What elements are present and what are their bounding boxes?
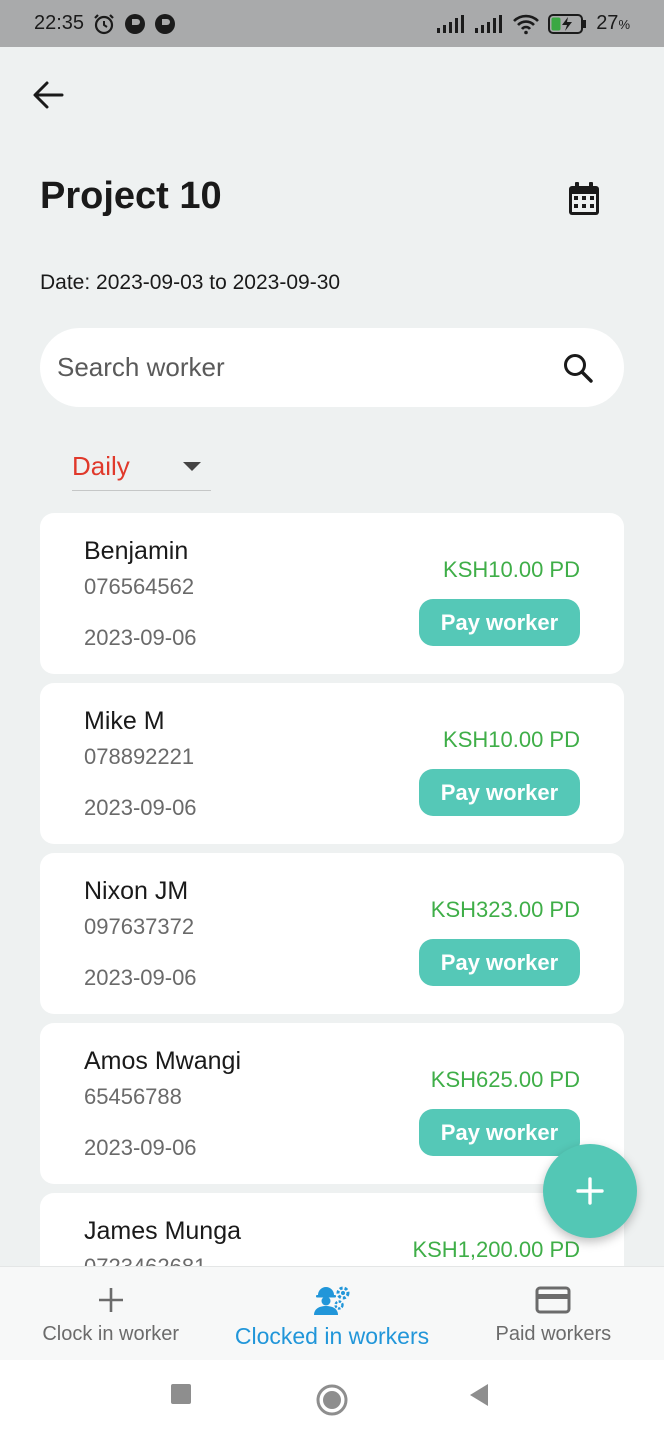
worker-rate: KSH10.00 PD: [443, 727, 580, 752]
bottom-navigation: Clock in worker Clocked in workers Paid …: [0, 1266, 664, 1360]
battery-percent: 27%: [596, 12, 630, 34]
period-filter-value: Daily: [72, 450, 130, 481]
worker-phone: 097637372: [84, 914, 195, 939]
nav-label: Clock in worker: [42, 1323, 180, 1345]
add-worker-fab[interactable]: [543, 1144, 637, 1238]
pay-worker-button[interactable]: Pay worker: [419, 599, 580, 646]
worker-date: 2023-09-06: [84, 795, 197, 820]
page-title: Project 10: [40, 175, 222, 217]
calendar-icon: [569, 182, 599, 215]
recents-button[interactable]: [170, 1383, 192, 1405]
status-right: 27%: [436, 12, 630, 35]
worker-rate: KSH323.00 PD: [430, 897, 580, 922]
worker-rate: KSH10.00 PD: [443, 557, 580, 582]
status-left: 22:35: [34, 12, 176, 36]
circle-icon: [316, 1384, 348, 1416]
calendar-button[interactable]: [560, 177, 608, 221]
nav-clock-in-worker[interactable]: Clock in worker: [0, 1267, 221, 1360]
back-nav-button[interactable]: [468, 1383, 490, 1407]
worker-name: James Munga: [84, 1217, 242, 1245]
search-bar: [40, 328, 624, 407]
nav-paid-workers[interactable]: Paid workers: [443, 1267, 664, 1360]
caret-down-icon: [183, 461, 201, 471]
period-filter-dropdown[interactable]: Daily: [72, 442, 211, 491]
search-input[interactable]: [57, 352, 562, 383]
search-icon[interactable]: [562, 352, 594, 384]
square-icon: [171, 1384, 191, 1404]
worker-date: 2023-09-06: [84, 625, 197, 650]
app-notification-icon: [124, 13, 146, 35]
cell-signal-icon: [474, 14, 504, 34]
worker-rate: KSH625.00 PD: [430, 1067, 580, 1092]
worker-phone: 078892221: [84, 744, 195, 769]
wifi-icon: [512, 13, 540, 35]
alarm-icon: [92, 12, 116, 36]
battery-charging-icon: [548, 13, 588, 35]
arrow-left-icon: [33, 81, 64, 109]
worker-card[interactable]: Nixon JM 097637372 2023-09-06 KSH323.00 …: [40, 853, 624, 1014]
worker-date: 2023-09-06: [84, 965, 197, 990]
worker-phone: 65456788: [84, 1084, 182, 1109]
status-time: 22:35: [34, 12, 85, 34]
pay-worker-button[interactable]: Pay worker: [419, 1109, 580, 1156]
worker-phone: 076564562: [84, 574, 195, 599]
credit-card-icon: [535, 1283, 571, 1317]
system-navigation-bar: [0, 1360, 664, 1440]
pay-worker-button[interactable]: Pay worker: [419, 939, 580, 986]
worker-name: Mike M: [84, 707, 165, 735]
worker-rate: KSH1,200.00 PD: [412, 1237, 580, 1262]
worker-name: Amos Mwangi: [84, 1047, 241, 1075]
nav-clocked-in-workers[interactable]: Clocked in workers: [221, 1267, 442, 1360]
worker-card[interactable]: Benjamin 076564562 2023-09-06 KSH10.00 P…: [40, 513, 624, 674]
home-button[interactable]: [316, 1384, 348, 1416]
cell-signal-icon: [436, 14, 466, 34]
worker-list: Benjamin 076564562 2023-09-06 KSH10.00 P…: [40, 513, 624, 1360]
back-button[interactable]: [24, 75, 72, 115]
worker-card[interactable]: Mike M 078892221 2023-09-06 KSH10.00 PD …: [40, 683, 624, 844]
pay-worker-button[interactable]: Pay worker: [419, 769, 580, 816]
worker-name: Nixon JM: [84, 877, 189, 905]
nav-label: Paid workers: [495, 1323, 612, 1345]
app-screen: Project 10 Date: 2023-09-03 to 2023-09-3…: [0, 47, 664, 1360]
triangle-back-icon: [470, 1384, 488, 1406]
worker-date: 2023-09-06: [84, 1135, 197, 1160]
nav-label: Clocked in workers: [234, 1323, 430, 1349]
app-notification-icon: [154, 13, 176, 35]
date-range: Date: 2023-09-03 to 2023-09-30: [40, 271, 341, 294]
worker-card[interactable]: Amos Mwangi 65456788 2023-09-06 KSH625.0…: [40, 1023, 624, 1184]
workers-gear-icon: [312, 1283, 352, 1317]
status-bar: 22:35 27%: [0, 0, 664, 47]
plus-icon: [97, 1283, 125, 1317]
worker-name: Benjamin: [84, 537, 189, 565]
plus-icon: [576, 1177, 604, 1205]
